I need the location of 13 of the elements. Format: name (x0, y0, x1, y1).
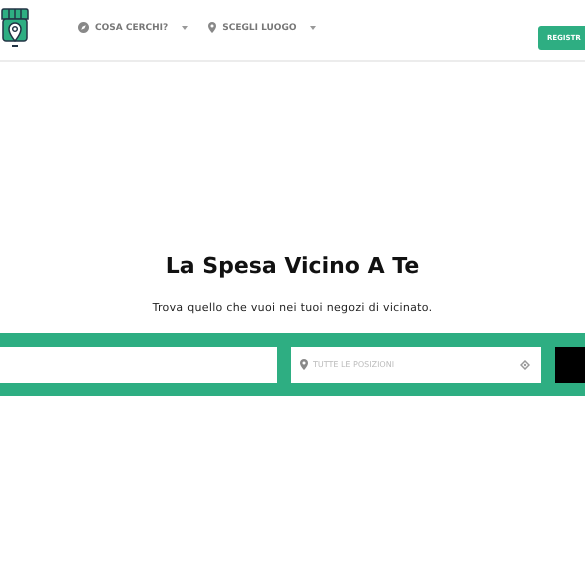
locate-icon[interactable] (520, 360, 530, 370)
hero-title: La Spesa Vicino A Te (166, 254, 420, 279)
search-field[interactable] (0, 346, 277, 382)
caret-icon (182, 26, 188, 30)
pin-icon (208, 22, 216, 33)
nav-menu[interactable]: SCEGLI LUOGO (208, 22, 316, 33)
compass-icon (78, 22, 89, 33)
hero-subtitle: Trova quello che vuoi nei tuoi negozi di vicinato. (152, 301, 432, 314)
shop-logo[interactable] (0, 8, 30, 50)
nav-menu[interactable]: COSA CERCHI? (78, 22, 188, 33)
location-field[interactable]: TUTTE LE POSIZIONI (291, 346, 541, 382)
caret-icon (310, 26, 316, 30)
pin-icon (300, 358, 308, 370)
